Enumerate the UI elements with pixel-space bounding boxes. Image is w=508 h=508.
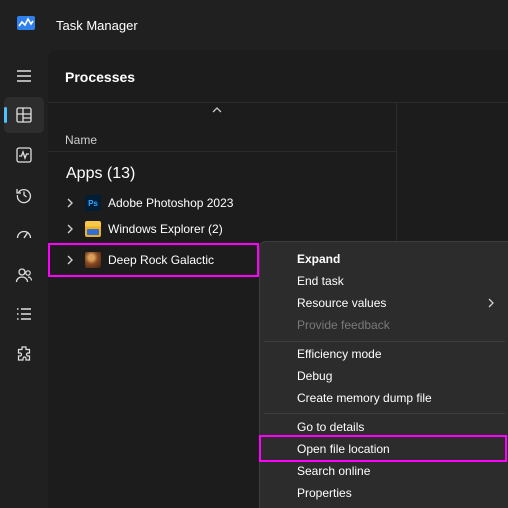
nav-app-history[interactable]	[4, 177, 44, 213]
menu-item-debug[interactable]: Debug	[260, 365, 508, 387]
menu-item-expand[interactable]: Expand	[260, 248, 508, 270]
column-header-divider	[48, 151, 396, 152]
process-name: Adobe Photoshop 2023	[108, 196, 234, 210]
task-manager-icon	[17, 16, 35, 30]
menu-item-efficiency-mode[interactable]: Efficiency mode	[260, 343, 508, 365]
process-name: Windows Explorer (2)	[108, 222, 223, 236]
sort-ascending-icon[interactable]	[212, 106, 222, 114]
page-title: Processes	[65, 69, 136, 85]
photoshop-icon: Ps	[85, 195, 101, 211]
processes-icon	[16, 107, 32, 123]
selected-process-highlight	[48, 243, 259, 277]
process-row-windows-explorer[interactable]: Windows Explorer (2)	[48, 216, 396, 241]
menu-separator	[264, 341, 505, 342]
menu-item-provide-feedback: Provide feedback	[297, 318, 390, 332]
title-bar: Task Manager	[0, 0, 508, 50]
nav-performance[interactable]	[4, 137, 44, 173]
navigation-rail	[0, 50, 48, 508]
menu-item-properties[interactable]: Properties	[260, 482, 508, 504]
chevron-right-icon[interactable]	[66, 224, 74, 234]
menu-separator	[264, 413, 505, 414]
nav-users[interactable]	[4, 257, 44, 293]
nav-services[interactable]	[4, 336, 44, 372]
apps-group-title: Apps (13)	[66, 165, 136, 182]
nav-processes[interactable]	[4, 97, 44, 133]
menu-item-create-memory-dump[interactable]: Create memory dump file	[260, 387, 508, 409]
menu-item-end-task[interactable]: End task	[260, 270, 508, 292]
open-file-location-highlight	[259, 435, 507, 462]
users-icon	[15, 268, 33, 283]
nav-startup-apps[interactable]	[4, 217, 44, 253]
menu-item-search-online[interactable]: Search online	[260, 460, 508, 482]
startup-apps-icon	[16, 230, 32, 239]
folder-icon	[85, 221, 101, 237]
hamburger-menu-button[interactable]	[4, 58, 44, 94]
services-icon	[17, 346, 31, 361]
menu-item-resource-values[interactable]: Resource values	[260, 292, 508, 314]
name-column-header[interactable]: Name	[65, 133, 97, 147]
chevron-right-icon[interactable]	[66, 198, 74, 208]
performance-icon	[16, 147, 32, 163]
window-title: Task Manager	[56, 18, 138, 33]
process-row-photoshop[interactable]: Ps Adobe Photoshop 2023	[48, 190, 396, 215]
hamburger-menu-icon	[17, 70, 31, 82]
app-history-icon	[16, 188, 32, 204]
header-divider	[48, 102, 508, 103]
details-icon	[17, 308, 31, 320]
context-menu: Expand End task Resource values Provide …	[259, 241, 508, 508]
nav-details[interactable]	[4, 296, 44, 332]
chevron-right-icon	[488, 298, 494, 308]
